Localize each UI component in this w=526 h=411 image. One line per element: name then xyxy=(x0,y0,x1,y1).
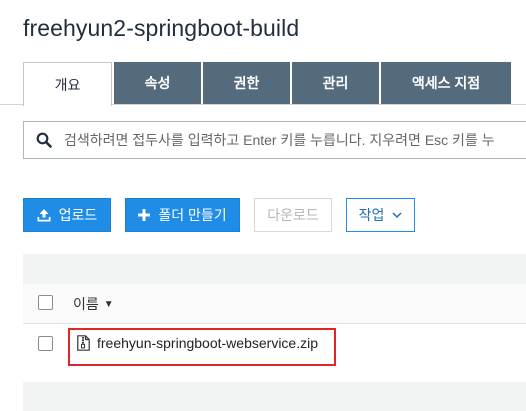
search-box xyxy=(23,121,526,159)
search-input[interactable] xyxy=(64,132,526,148)
download-button[interactable]: 다운로드 xyxy=(254,198,332,232)
search-icon xyxy=(24,132,64,148)
actions-button-label: 작업 xyxy=(358,207,385,223)
upload-icon xyxy=(37,208,51,222)
tab-overview[interactable]: 개요 xyxy=(23,62,112,106)
name-column-label: 이름 xyxy=(73,296,99,312)
table-toolbar-band xyxy=(23,254,526,284)
select-all-checkbox[interactable] xyxy=(38,295,53,310)
name-column-header[interactable]: 이름 ▼ xyxy=(73,294,114,314)
caret-down-icon: ▼ xyxy=(103,298,114,310)
create-folder-button[interactable]: 폴더 만들기 xyxy=(125,198,240,232)
actions-dropdown-button[interactable]: 작업 xyxy=(346,198,415,232)
tab-management[interactable]: 관리 xyxy=(292,62,379,104)
upload-button[interactable]: 업로드 xyxy=(23,198,111,232)
tab-permissions[interactable]: 권한 xyxy=(203,62,290,104)
zip-file-icon xyxy=(77,335,90,351)
plus-icon xyxy=(138,209,151,221)
upload-button-label: 업로드 xyxy=(58,207,98,223)
chevron-down-icon xyxy=(392,211,402,219)
file-name-link[interactable]: freehyun-springboot-webservice.zip xyxy=(77,335,318,351)
tab-properties[interactable]: 속성 xyxy=(114,62,201,104)
create-folder-button-label: 폴더 만들기 xyxy=(158,207,227,223)
table-header: 이름 ▼ xyxy=(23,284,526,324)
page-title: freehyun2-springboot-build xyxy=(23,15,300,41)
file-name: freehyun-springboot-webservice.zip xyxy=(97,335,318,351)
tab-access-points[interactable]: 액세스 지점 xyxy=(381,62,511,104)
table-footer-band xyxy=(23,382,526,411)
tab-bar: 개요 속성 권한 관리 액세스 지점 xyxy=(23,62,513,106)
download-button-label: 다운로드 xyxy=(267,207,319,223)
row-checkbox[interactable] xyxy=(38,336,53,351)
